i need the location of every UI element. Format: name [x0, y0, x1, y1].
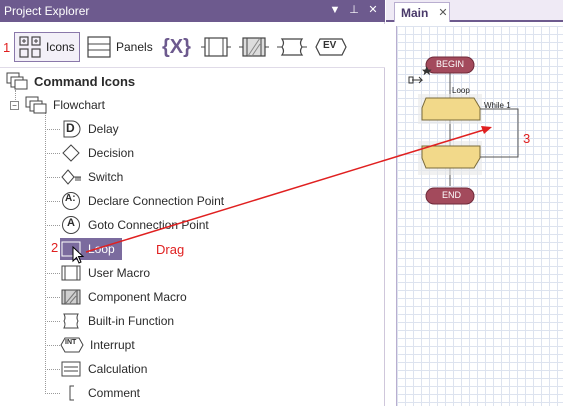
switch-label: Switch: [88, 170, 124, 184]
calculation-icon: [61, 361, 81, 377]
dropdown-icon[interactable]: ▼: [328, 3, 342, 17]
component-macro-tree-icon: [61, 289, 81, 305]
tree-item-switch[interactable]: Switch: [60, 166, 123, 188]
comment-label: Comment: [88, 386, 141, 400]
tree-item-calculation[interactable]: Calculation: [60, 358, 147, 380]
annotation-number-1: 1: [3, 40, 11, 55]
command-icons-folder-icon: [6, 72, 28, 90]
project-explorer-panel: Project Explorer ▼ ⊥ ✕ 1 Icons Panels {X…: [0, 0, 385, 406]
flowchart-diagram: [408, 56, 519, 205]
tree-item-user-macro[interactable]: User Macro: [60, 262, 150, 284]
interrupt-label: Interrupt: [90, 338, 135, 352]
panels-tab-button[interactable]: Panels: [86, 32, 156, 62]
tree-node-flowchart[interactable]: − Flowchart: [10, 94, 105, 116]
tree-connector: [45, 321, 60, 322]
delay-icon-text: D: [66, 121, 75, 135]
delay-label: Delay: [88, 122, 119, 136]
tree-connector: [45, 345, 60, 346]
variables-icon: {X}: [162, 35, 191, 58]
annotation-number-3: 3: [523, 131, 531, 146]
tree-item-comment[interactable]: Comment: [60, 382, 140, 404]
command-tree: Command Icons − Flowchart D Delay Decisi…: [0, 70, 383, 406]
user-macro-label: User Macro: [88, 266, 151, 280]
main-editor-panel: Main ✕ BEGIN END Loop While 1 3: [386, 0, 563, 406]
flowchart-folder-icon: [25, 96, 47, 114]
tree-connector: [45, 106, 46, 394]
goto-connection-point-label: Goto Connection Point: [88, 218, 209, 232]
loop-label: Loop: [88, 242, 115, 256]
tree-item-declare-connection-point[interactable]: A: Declare Connection Point: [60, 190, 224, 212]
tree-item-component-macro[interactable]: Component Macro: [60, 286, 187, 308]
tree-item-built-in-function[interactable]: Built-in Function: [60, 310, 174, 332]
loop-return-line: [480, 108, 519, 158]
tree-item-goto-connection-point[interactable]: A Goto Connection Point: [60, 214, 209, 236]
close-icon[interactable]: ✕: [366, 3, 380, 17]
icons-tab-button[interactable]: Icons: [14, 32, 80, 62]
decision-icon: [62, 144, 80, 162]
tree-connector: [45, 393, 60, 394]
annotation-number-2: 2: [51, 240, 59, 255]
end-label: END: [442, 190, 462, 200]
decision-label: Decision: [88, 146, 135, 160]
tree-item-loop[interactable]: Loop: [60, 238, 122, 260]
tree-root-command-icons[interactable]: Command Icons: [6, 70, 135, 92]
tree-connector: [45, 225, 60, 226]
declare-icon-text: A:: [65, 193, 76, 204]
panel-title: Project Explorer: [4, 4, 90, 18]
loop-bottom-block[interactable]: [421, 145, 481, 169]
panels-icon: [87, 36, 111, 58]
builtin-function-icon: [277, 38, 307, 56]
comment-icon: [69, 385, 74, 401]
calculation-label: Calculation: [88, 362, 148, 376]
component-button[interactable]: [200, 32, 234, 62]
component-macro-label: Component Macro: [88, 290, 187, 304]
tree-connector: [45, 369, 60, 370]
icons-tab-label: Icons: [46, 40, 75, 54]
tree-root-label: Command Icons: [34, 73, 136, 89]
switch-icon: [61, 169, 81, 185]
app-root: Project Explorer ▼ ⊥ ✕ 1 Icons Panels {X…: [0, 0, 563, 406]
goto-icon-text: A: [67, 217, 75, 229]
flowchart-label: Flowchart: [53, 98, 106, 112]
while-caption: While 1: [484, 101, 511, 110]
tree-connector: [45, 129, 60, 130]
tree-item-delay[interactable]: D Delay: [60, 118, 119, 140]
component-icon: [201, 37, 231, 57]
tree-connector: [45, 273, 60, 274]
event-label: EV: [323, 40, 337, 51]
panels-tab-label: Panels: [116, 40, 153, 54]
tree-connector: [45, 153, 60, 154]
tree-item-interrupt[interactable]: INT Interrupt: [60, 334, 135, 356]
component-macro-icon: [239, 37, 269, 57]
builtin-function-button[interactable]: [276, 32, 310, 62]
tree-connector: [45, 201, 60, 202]
interrupt-icon-text: INT: [65, 339, 77, 346]
variables-button[interactable]: {X}: [162, 32, 192, 62]
tree-connector: [45, 297, 60, 298]
loop-caption: Loop: [452, 86, 470, 95]
tree-item-decision[interactable]: Decision: [60, 142, 134, 164]
user-macro-icon: [61, 265, 81, 281]
built-in-function-label: Built-in Function: [88, 314, 175, 328]
icons-grid-icon: [19, 36, 41, 58]
project-explorer-titlebar: Project Explorer ▼ ⊥ ✕: [0, 0, 385, 22]
pin-icon[interactable]: ⊥: [347, 3, 361, 17]
loop-top-block[interactable]: [421, 97, 481, 121]
tree-connector: [45, 177, 60, 178]
event-button[interactable]: EV: [314, 32, 348, 62]
built-in-function-icon: [63, 313, 79, 329]
drag-annotation: Drag: [156, 242, 185, 257]
begin-label: BEGIN: [436, 59, 465, 69]
collapse-toggle-icon[interactable]: −: [10, 100, 19, 110]
declare-connection-point-label: Declare Connection Point: [88, 194, 225, 208]
component-macro-button[interactable]: [238, 32, 272, 62]
explorer-toolbar: 1 Icons Panels {X} EV: [0, 24, 385, 68]
